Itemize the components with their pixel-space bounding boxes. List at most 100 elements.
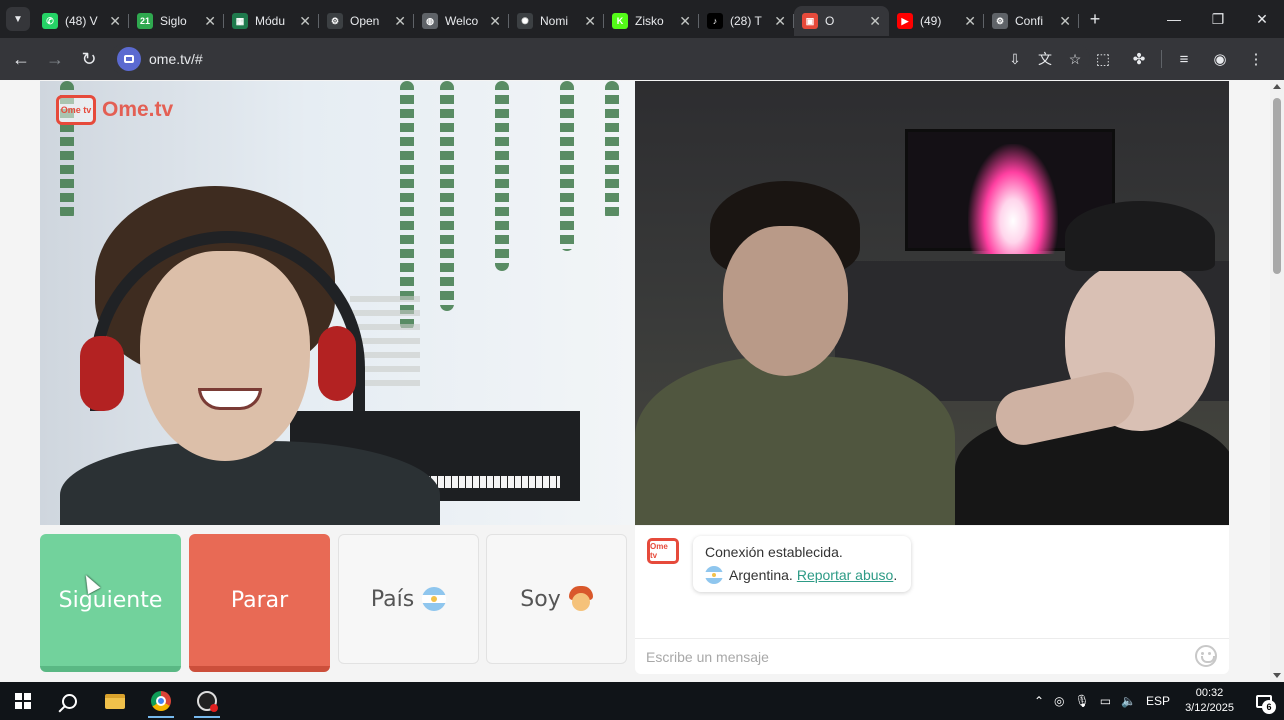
stop-button[interactable]: Parar: [189, 534, 330, 672]
reload-button[interactable]: ↻: [72, 42, 106, 76]
emoji-smile-icon[interactable]: [1195, 645, 1217, 667]
tab-close-icon[interactable]: ✕: [869, 13, 881, 30]
message-input[interactable]: [646, 648, 1186, 665]
argentina-flag-icon: [422, 587, 447, 611]
language-indicator[interactable]: ESP: [1141, 694, 1175, 708]
tab-close-icon[interactable]: ✕: [774, 13, 786, 30]
browser-tab[interactable]: ◍ Welco ✕: [414, 6, 509, 36]
browser-tab[interactable]: K Zisko ✕: [604, 6, 699, 36]
install-app-icon[interactable]: ⇩: [1000, 51, 1030, 68]
url-text[interactable]: ome.tv/#: [149, 51, 203, 67]
tab-title: (48) V: [65, 14, 98, 28]
tab-close-icon[interactable]: ✕: [109, 13, 121, 30]
tray-overflow-icon[interactable]: ⌃: [1029, 694, 1049, 708]
tab-close-icon[interactable]: ✕: [679, 13, 691, 30]
tab-title: Módu: [255, 14, 286, 28]
tab-title: Welco: [445, 14, 479, 28]
browser-tab[interactable]: ▦ Módu ✕: [224, 6, 319, 36]
scrollbar-thumb[interactable]: [1273, 98, 1281, 274]
tab-close-icon[interactable]: ✕: [1059, 13, 1071, 30]
report-abuse-link[interactable]: Reportar abuso: [797, 567, 894, 583]
folder-icon: [105, 693, 125, 709]
site-info-icon[interactable]: [117, 47, 141, 71]
extension-icon[interactable]: ⬚: [1085, 50, 1121, 68]
tab-title: (28) T: [730, 14, 762, 28]
scroll-up-icon[interactable]: [1273, 84, 1281, 89]
module-icon: ▦: [232, 13, 248, 29]
kick-icon: K: [612, 13, 628, 29]
start-button[interactable]: [0, 682, 46, 720]
system-tray: ⌃ ◎ 🎙 ▭ 🔈 ESP 00:32 3/12/2025 6: [1029, 682, 1284, 720]
ometv-icon: ▣: [802, 13, 818, 29]
stop-button-label: Parar: [230, 587, 289, 613]
tab-close-icon[interactable]: ✕: [584, 13, 596, 30]
openai-icon: ⚙: [327, 13, 343, 29]
country-button[interactable]: País: [338, 534, 479, 664]
system-message: Conexión establecida. Argentina. Reporta…: [693, 536, 911, 592]
tab-search-button[interactable]: ▼: [6, 7, 30, 31]
browser-toolbar: ← → ↻ ome.tv/# ⇩ 文 ☆ ⬚ ✤ ≡ ◉ ⋮: [0, 38, 1284, 80]
network-icon[interactable]: ▭: [1095, 694, 1116, 708]
ometv-logo: Ome tv Ome.tv: [56, 95, 173, 125]
next-button[interactable]: Siguiente: [40, 534, 181, 672]
tab-title: Zisko: [635, 14, 664, 28]
media-control-icon[interactable]: ≡: [1166, 51, 1202, 68]
tab-close-icon[interactable]: ✕: [394, 13, 406, 30]
close-window-button[interactable]: ✕: [1240, 0, 1284, 38]
tab-title: Open: [350, 14, 380, 28]
restore-button[interactable]: ❐: [1196, 0, 1240, 38]
browser-tab[interactable]: 21 Siglo ✕: [129, 6, 224, 36]
argentina-flag-icon: [705, 566, 723, 584]
ometv-logo-badge: Ome tv: [56, 95, 96, 125]
browser-tab[interactable]: ⚙ Open ✕: [319, 6, 414, 36]
browser-tab[interactable]: ▶ (49) ✕: [889, 6, 984, 36]
taskbar-search-button[interactable]: [46, 682, 92, 720]
menu-kebab-icon[interactable]: ⋮: [1238, 50, 1274, 68]
forward-button[interactable]: →: [38, 42, 72, 76]
back-button[interactable]: ←: [4, 42, 38, 76]
microphone-icon[interactable]: 🎙: [1070, 694, 1095, 708]
notification-center-button[interactable]: 6: [1244, 682, 1284, 720]
whatsapp-icon: ✆: [42, 13, 58, 29]
report-suffix: .: [893, 567, 898, 583]
chat-input-bar: [635, 638, 1229, 674]
connection-status-text: Conexión establecida.: [705, 544, 843, 560]
scroll-down-icon[interactable]: [1273, 673, 1281, 678]
extensions-puzzle-icon[interactable]: ✤: [1121, 50, 1157, 68]
profile-icon[interactable]: ◉: [1202, 50, 1238, 68]
gender-button[interactable]: Soy: [486, 534, 627, 664]
address-bar[interactable]: ome.tv/# ⇩ 文 ☆: [110, 43, 1090, 75]
page-scrollbar[interactable]: [1270, 80, 1284, 682]
minimize-button[interactable]: —: [1152, 0, 1196, 38]
browser-tab[interactable]: ▣ O ✕: [794, 6, 889, 36]
volume-icon[interactable]: 🔈: [1116, 694, 1141, 708]
file-explorer-button[interactable]: [92, 682, 138, 720]
tab-title: Nomi: [540, 14, 569, 28]
tab-close-icon[interactable]: ✕: [964, 13, 976, 30]
camera-tray-icon[interactable]: ◎: [1049, 694, 1069, 708]
tab-separator: [1078, 14, 1079, 28]
clock[interactable]: 00:32 3/12/2025: [1175, 686, 1244, 716]
translate-icon[interactable]: 文: [1030, 49, 1060, 69]
obs-taskbar-button[interactable]: [184, 682, 230, 720]
siglo21-icon: 21: [137, 13, 153, 29]
clock-time: 00:32: [1195, 687, 1224, 699]
chat-panel: Ome tv Conexión establecida. Argentina. …: [635, 526, 1229, 674]
next-button-label: Siguiente: [58, 587, 163, 613]
chrome-taskbar-button[interactable]: [138, 682, 184, 720]
browser-tab[interactable]: ♪ (28) T ✕: [699, 6, 794, 36]
openai-icon: ✺: [517, 13, 533, 29]
country-button-label: País: [370, 586, 415, 612]
browser-tab[interactable]: ⚙ Confi ✕: [984, 6, 1079, 36]
windows-logo-icon: [15, 693, 31, 709]
tab-close-icon[interactable]: ✕: [489, 13, 501, 30]
browser-tab[interactable]: ✺ Nomi ✕: [509, 6, 604, 36]
browser-tab[interactable]: ✆ (48) V ✕: [34, 6, 129, 36]
tab-close-icon[interactable]: ✕: [204, 13, 216, 30]
tab-strip: ▼ ✆ (48) V ✕ 21 Siglo ✕ ▦ Módu ✕ ⚙ Open ✕ ◍ Welco ✕ ✺ No…: [0, 0, 1284, 38]
local-video: Ome tv Ome.tv: [40, 81, 635, 525]
ometv-chat-logo-icon: Ome tv: [647, 538, 679, 564]
partner-country-text: Argentina.: [729, 567, 793, 583]
new-tab-button[interactable]: +: [1083, 7, 1107, 31]
tab-close-icon[interactable]: ✕: [299, 13, 311, 30]
